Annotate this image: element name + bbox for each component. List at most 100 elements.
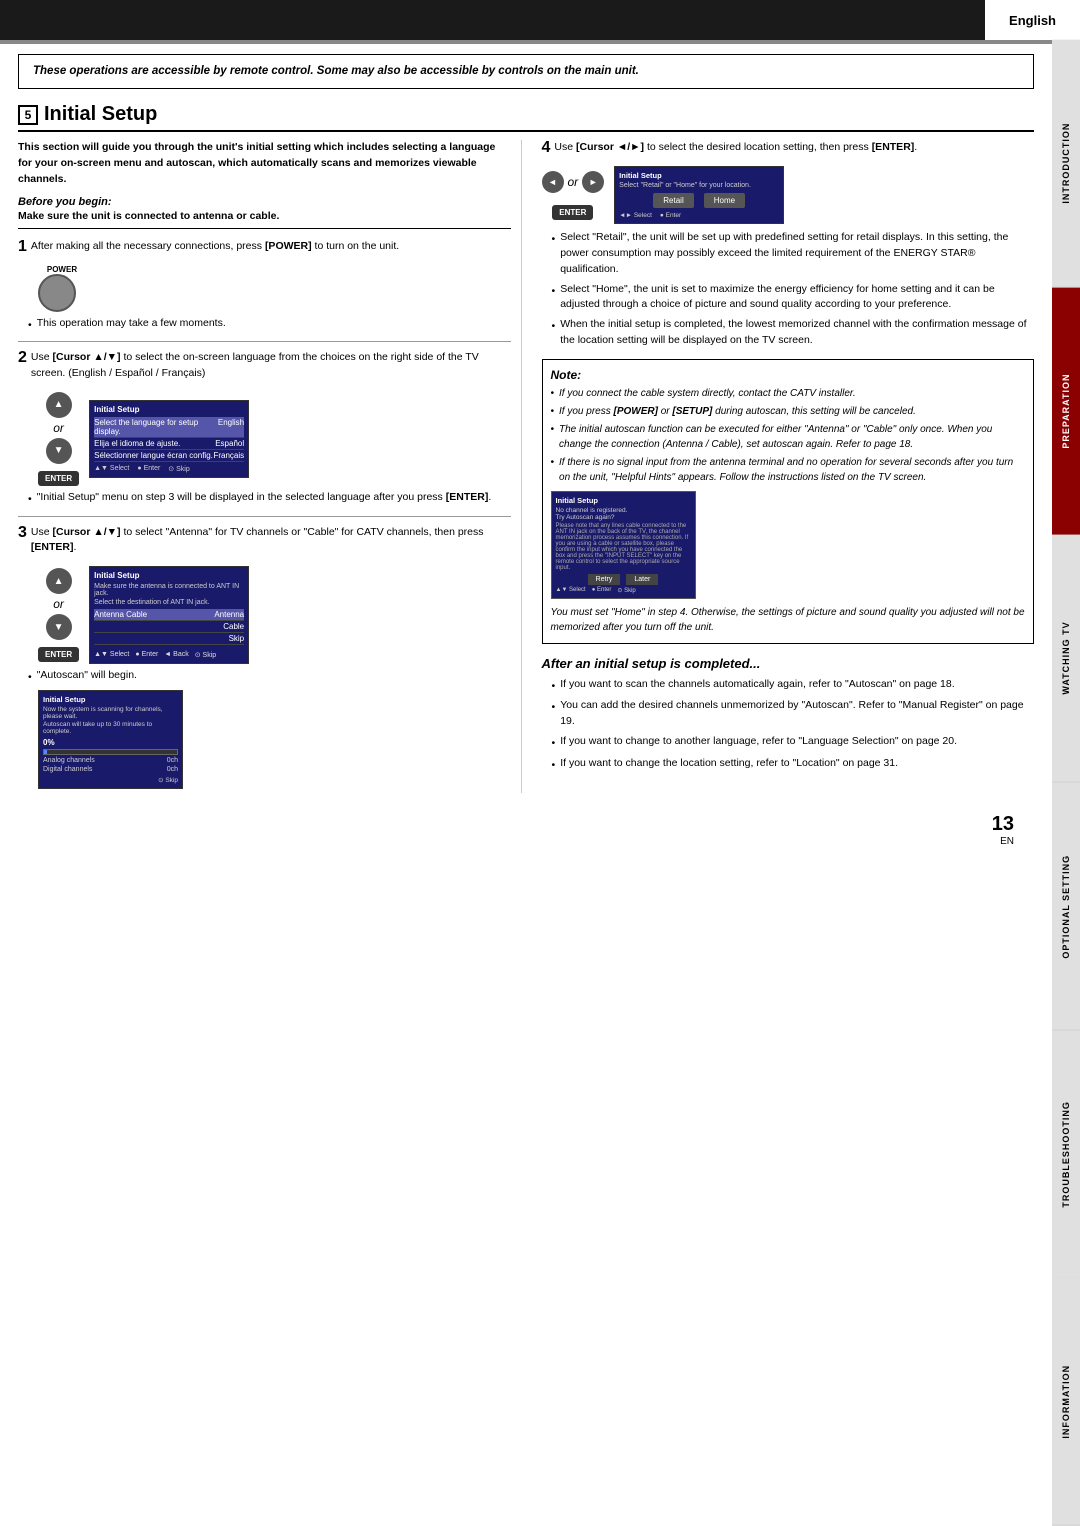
retail-btn: Retail (653, 193, 693, 208)
section-title: Initial Setup (44, 103, 157, 126)
screen-footer: ▲▼ Select ● Enter ⊙ Skip (94, 465, 244, 473)
down-arrow-btn-3: ▼ (46, 614, 72, 640)
lr-row: ◄ or ► (542, 171, 605, 193)
before-begin-text: Make sure the unit is connected to anten… (18, 210, 511, 229)
step-4-text: Use [Cursor ◄/►] to select the desired l… (554, 140, 1034, 156)
screen-row-english: Select the language for setup display. E… (94, 417, 244, 438)
side-tabs: INTRODUCTION PREPARATION WATCHING TV OPT… (1052, 40, 1080, 1526)
page-suffix: EN (18, 836, 1014, 847)
or-label-4: or (568, 175, 579, 189)
top-bar: English (0, 0, 1080, 40)
note-box: Note: • If you connect the cable system … (542, 359, 1035, 644)
retry-buttons: Retry Later (556, 574, 691, 585)
power-button (38, 274, 76, 312)
step-3: 3 Use [Cursor ▲/▼] to select "Antenna" f… (18, 525, 511, 557)
after-bullet-2: • You can add the desired channels unmem… (552, 698, 1035, 730)
retry-footer: ▲▼ Select ● Enter ⊙ Skip (556, 587, 691, 594)
scan-title: Initial Setup (43, 695, 178, 704)
step3-screen-title: Initial Setup (94, 571, 244, 580)
screen-row-francais: Sélectionner langue écran config. França… (94, 450, 244, 462)
screen-title: Initial Setup (94, 405, 244, 414)
sidebar-item-watching-tv[interactable]: WATCHING TV (1052, 535, 1080, 783)
scan-analog-row: Analog channels 0ch (43, 757, 178, 764)
sidebar-item-introduction[interactable]: INTRODUCTION (1052, 40, 1080, 288)
or-label-3: or (53, 597, 64, 611)
language-tab[interactable]: English (985, 0, 1080, 40)
scan-line2: Autoscan will take up to 30 minutes to c… (43, 721, 178, 735)
enter-btn: ENTER (38, 471, 79, 486)
after-setup-heading: After an initial setup is completed... (542, 656, 1035, 671)
step4-bullet-2: • Select "Home", the unit is set to maxi… (552, 282, 1035, 314)
page-number: 13 (18, 813, 1014, 836)
step4-screen-title: Initial Setup (619, 171, 779, 180)
retry-title: Initial Setup (556, 496, 691, 505)
main-content: These operations are accessible by remot… (0, 54, 1052, 865)
intro-text: This section will guide you through the … (18, 140, 511, 187)
step-4: 4 Use [Cursor ◄/►] to select the desired… (542, 140, 1035, 156)
scan-progress-bar (43, 749, 178, 755)
step-3-buttons: ▲ or ▼ ENTER (38, 568, 79, 662)
after-bullet-1: • If you want to scan the channels autom… (552, 677, 1035, 695)
step4-bullet-3: • When the initial setup is completed, t… (552, 317, 1035, 349)
scan-digital-row: Digital channels 0ch (43, 766, 178, 773)
note-item-2: • If you press [POWER] or [SETUP] during… (551, 404, 1026, 419)
note-item-3: • The initial autoscan function can be e… (551, 422, 1026, 452)
sidebar-item-optional-setting[interactable]: OPTIONAL SETTING (1052, 783, 1080, 1031)
retry-screen-area: Initial Setup No channel is registered. … (551, 491, 1026, 599)
step-2-number: 2 (18, 350, 27, 366)
note-item-4: • If there is no signal input from the a… (551, 455, 1026, 485)
step3-screen-sub1: Make sure the antenna is connected to AN… (94, 583, 244, 597)
step3-row-cable: Cable (94, 621, 244, 633)
retry-screen: Initial Setup No channel is registered. … (551, 491, 696, 599)
step-1-number: 1 (18, 239, 27, 255)
scan-footer: ⊙ Skip (43, 776, 178, 784)
after-bullet-4: • If you want to change the location set… (552, 756, 1035, 774)
retry-later-btn: Later (626, 574, 658, 585)
power-diagram: POWER (38, 265, 511, 312)
step3-row-antenna: Antenna Cable Antenna (94, 609, 244, 621)
or-label: or (53, 421, 64, 435)
screen-row-espanol: Elija el idioma de ajuste. Español (94, 438, 244, 450)
power-label: POWER (38, 265, 86, 274)
gray-divider (0, 40, 1052, 44)
two-column-layout: This section will guide you through the … (18, 140, 1034, 793)
step-2-buttons: ▲ or ▼ ENTER (38, 392, 79, 486)
step4-bullet-1: • Select "Retail", the unit will be set … (552, 230, 1035, 277)
enter-btn-3: ENTER (38, 647, 79, 662)
up-arrow-btn-3: ▲ (46, 568, 72, 594)
home-btn: Home (704, 193, 745, 208)
enter-btn-4: ENTER (552, 205, 593, 220)
step-1: 1 After making all the necessary connect… (18, 239, 511, 255)
note-title: Note: (551, 368, 1026, 382)
scan-progress-fill (44, 750, 47, 754)
step-3-bullet: • "Autoscan" will begin. (28, 668, 511, 686)
after-bullet-3: • If you want to change to another langu… (552, 734, 1035, 752)
step3-row-skip: Skip (94, 633, 244, 645)
step-4-number: 4 (542, 140, 551, 156)
section-icon: 5 (18, 105, 38, 125)
step-2: 2 Use [Cursor ▲/▼] to select the on-scre… (18, 350, 511, 382)
step-3-diagram: ▲ or ▼ ENTER Initial Setup Make sure the… (38, 566, 511, 664)
step-2-screen: Initial Setup Select the language for se… (89, 400, 249, 478)
step4-screen-footer: ◄► Select ● Enter (619, 212, 779, 219)
right-arrow-btn: ► (582, 171, 604, 193)
notice-banner: These operations are accessible by remot… (18, 54, 1034, 89)
note-item-1: • If you connect the cable system direct… (551, 386, 1026, 401)
section-heading: 5 Initial Setup (18, 103, 1034, 132)
step-1-bullet: • This operation may take a few moments. (28, 316, 511, 334)
autoscan-screen: Initial Setup Now the system is scanning… (38, 690, 183, 789)
note-italic: You must set "Home" in step 4. Otherwise… (551, 605, 1026, 635)
sidebar-item-preparation[interactable]: PREPARATION (1052, 288, 1080, 536)
page-footer-area: 13 EN (18, 813, 1014, 847)
sidebar-item-information[interactable]: INFORMATION (1052, 1278, 1080, 1526)
step4-screen-buttons: Retail Home (619, 193, 779, 208)
step-4-screen: Initial Setup Select "Retail" or "Home" … (614, 166, 784, 224)
sidebar-item-troubleshooting[interactable]: TROUBLESHOOTING (1052, 1031, 1080, 1279)
before-begin-label: Before you begin: (18, 196, 511, 208)
step-3-text: Use [Cursor ▲/▼] to select "Antenna" for… (31, 525, 511, 557)
step-2-text: Use [Cursor ▲/▼] to select the on-screen… (31, 350, 511, 382)
step-2-diagram: ▲ or ▼ ENTER Initial Setup Select the la… (38, 392, 511, 486)
step-2-bullet: • "Initial Setup" menu on step 3 will be… (28, 490, 511, 508)
retry-line1: No channel is registered. (556, 507, 691, 514)
step3-screen-sub2: Select the destination of ANT IN jack. (94, 599, 244, 606)
